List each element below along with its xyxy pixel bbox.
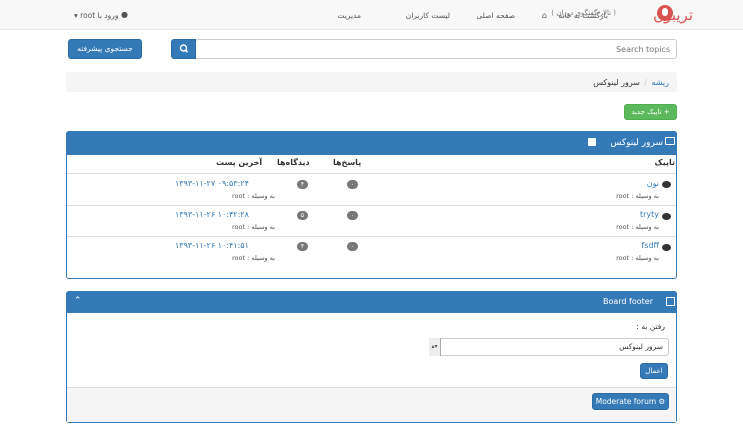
column-replies: پاسخ‌ها [333, 158, 362, 167]
topic-link[interactable]: fsdff [641, 241, 659, 250]
chevron-up-icon[interactable]: ⌃ [74, 296, 82, 306]
column-last-post: آخرین پست [216, 158, 263, 167]
replies-badge: ۰ [347, 211, 358, 220]
advanced-search-button[interactable]: جستجوی پیشرفته [68, 39, 142, 59]
folder-icon [665, 137, 675, 145]
breadcrumb-separator: / [644, 78, 647, 87]
search-input[interactable] [195, 39, 677, 59]
nav-main-page[interactable]: صفحه اصلی [476, 11, 515, 20]
last-post-author: به وسیله : root [232, 192, 275, 200]
divider [67, 205, 676, 206]
last-post-date[interactable]: ۱۳۹۳-۱۱-۲۶ ۱۰:۴۱:۵۱ [175, 241, 249, 250]
comments-icon [662, 213, 671, 220]
search-icon [179, 44, 189, 53]
board-footer-actions [67, 387, 676, 422]
apply-button[interactable]: اعمال [640, 363, 668, 379]
divider [67, 236, 676, 237]
breadcrumb-current: سرور لینوکس [593, 78, 640, 87]
replies-badge: ۰ [347, 242, 358, 251]
replies-badge: ۰ [347, 180, 358, 189]
home-icon: ⌂ [541, 11, 547, 20]
edit-icon [666, 297, 675, 306]
breadcrumb-root[interactable]: ریشه [651, 78, 669, 87]
moderate-forum-button[interactable]: Moderate forum ⚙ [592, 393, 669, 410]
board-footer-header [66, 291, 677, 313]
login-dropdown[interactable]: ورود با root ▾ [74, 11, 119, 20]
comments-icon [662, 244, 671, 251]
select-arrows-icon[interactable]: ▴▾ [429, 338, 441, 356]
last-post-date[interactable]: ۱۳۹۳-۱۱-۲۷ ۰۹:۵۳:۲۴ [175, 179, 249, 188]
last-post-date[interactable]: ۱۳۹۳-۱۱-۲۶ ۱۰:۴۲:۲۸ [175, 210, 249, 219]
topic-author: به وسیله : root [616, 254, 659, 262]
column-views: دیدگاه‌ها [277, 158, 310, 167]
forum-title: سرور لینوکس [610, 138, 663, 148]
nav-user-list[interactable]: لیست کاربران [406, 11, 450, 20]
divider [67, 173, 676, 174]
rss-icon[interactable] [588, 138, 596, 146]
topic-link[interactable]: نون [647, 179, 659, 188]
topic-author: به وسیله : root [616, 192, 659, 200]
column-topic: تاپیک [654, 158, 675, 167]
brand-title[interactable]: تریبون [653, 6, 693, 24]
views-badge: ۵ [297, 211, 308, 220]
user-icon: ● [121, 10, 128, 19]
search-button[interactable] [171, 39, 196, 59]
topic-link[interactable]: tryty [640, 210, 659, 219]
views-badge: ۴ [297, 242, 308, 251]
last-post-author: به وسیله : root [232, 254, 275, 262]
topic-author: به وسیله : root [616, 223, 659, 231]
views-badge: ۴ [297, 180, 308, 189]
comments-icon [662, 181, 671, 188]
last-post-author: به وسیله : root [232, 223, 275, 231]
nav-back-home[interactable]: بازگشت به خانه [558, 11, 608, 20]
breadcrumb [66, 72, 677, 92]
board-footer-title: Board footer [602, 297, 653, 306]
new-topic-button[interactable]: + تاپیک جدید [624, 104, 677, 120]
forum-panel-header [66, 131, 677, 155]
jump-to-select-value: سرور لینوکس [619, 342, 663, 351]
jump-to-label: رفتن به : [636, 322, 665, 331]
nav-admin[interactable]: مدیریت [337, 11, 361, 20]
